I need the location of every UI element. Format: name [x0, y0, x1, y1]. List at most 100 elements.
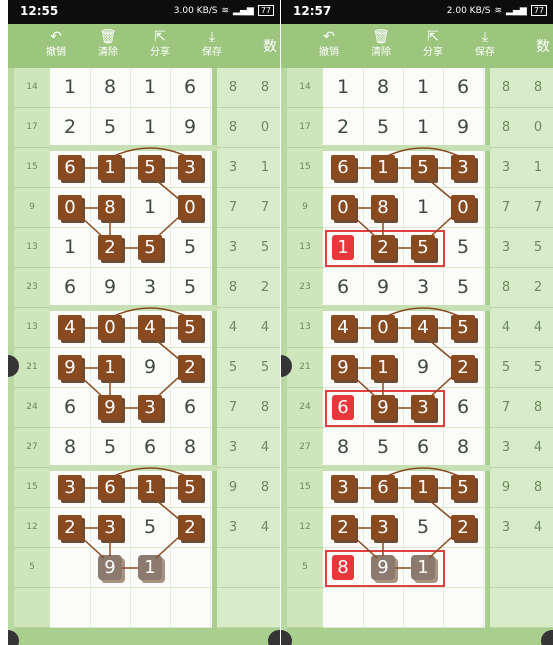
digit-cell[interactable]: 9 [170, 108, 211, 147]
digit-cell[interactable]: 1 [363, 148, 404, 187]
digit-cell[interactable]: 5 [443, 268, 484, 307]
digit-cell[interactable]: 1 [403, 468, 444, 507]
digit-cell[interactable]: 1 [403, 188, 444, 227]
digit-cell[interactable]: 9 [403, 348, 444, 387]
digit-cell[interactable]: 5 [363, 428, 404, 467]
digit-cell[interactable]: 6 [50, 388, 91, 427]
digit-cell[interactable]: 8 [363, 68, 404, 107]
digit-cell[interactable]: 8 [443, 428, 484, 467]
digit-cell[interactable] [403, 588, 444, 627]
digit-cell[interactable]: 9 [50, 348, 91, 387]
digit-cell[interactable]: 1 [130, 468, 171, 507]
digit-cell[interactable]: 2 [50, 508, 91, 547]
digit-cell[interactable]: 5 [170, 468, 211, 507]
digit-cell[interactable]: 5 [170, 268, 211, 307]
save-button[interactable]: ⤓ 保存 [465, 28, 505, 60]
digit-cell[interactable]: 5 [363, 108, 404, 147]
digit-cell[interactable]: 6 [90, 468, 131, 507]
digit-cell[interactable]: 6 [323, 268, 364, 307]
save-button[interactable]: ⤓ 保存 [192, 28, 232, 60]
digit-cell[interactable]: 6 [50, 268, 91, 307]
toolbar-more-label[interactable]: 数 [263, 36, 277, 56]
digit-cell[interactable]: 9 [90, 548, 131, 587]
digit-cell[interactable]: 8 [90, 188, 131, 227]
digit-cell[interactable]: 3 [323, 468, 364, 507]
digit-cell[interactable]: 2 [170, 348, 211, 387]
digit-cell[interactable]: 6 [130, 428, 171, 467]
digit-cell[interactable]: 3 [363, 508, 404, 547]
digit-cell[interactable]: 1 [403, 108, 444, 147]
digit-cell[interactable]: 9 [90, 268, 131, 307]
digit-cell[interactable]: 9 [90, 388, 131, 427]
undo-button[interactable]: ↶ 撤销 [309, 28, 349, 60]
digit-cell[interactable] [50, 588, 91, 627]
digit-cell[interactable] [170, 548, 211, 587]
digit-cell[interactable]: 0 [363, 308, 404, 347]
digit-cell[interactable]: 1 [50, 68, 91, 107]
digit-cell[interactable]: 5 [90, 108, 131, 147]
digit-cell[interactable]: 5 [170, 228, 211, 267]
digit-cell[interactable]: 2 [323, 508, 364, 547]
digit-cell[interactable]: 8 [323, 428, 364, 467]
undo-button[interactable]: ↶ 撤销 [36, 28, 76, 60]
digit-cell[interactable]: 3 [90, 508, 131, 547]
clear-button[interactable]: 🗑 清除 [361, 28, 401, 60]
digit-cell[interactable]: 1 [130, 548, 171, 587]
digit-cell[interactable]: 1 [130, 68, 171, 107]
toolbar-more-label[interactable]: 数 [536, 36, 550, 56]
digit-cell[interactable]: 3 [403, 268, 444, 307]
digit-cell[interactable] [443, 548, 484, 587]
digit-cell[interactable]: 3 [130, 268, 171, 307]
digit-cell[interactable]: 6 [363, 468, 404, 507]
digit-cell[interactable] [170, 588, 211, 627]
digit-cell[interactable]: 3 [130, 388, 171, 427]
digit-cell[interactable]: 0 [50, 188, 91, 227]
digit-cell[interactable]: 5 [130, 148, 171, 187]
digit-cell[interactable]: 2 [443, 508, 484, 547]
digit-cell[interactable]: 6 [323, 148, 364, 187]
digit-cell[interactable]: 1 [90, 348, 131, 387]
digit-cell[interactable] [130, 588, 171, 627]
digit-cell[interactable] [363, 588, 404, 627]
digit-cell[interactable]: 5 [443, 308, 484, 347]
clear-button[interactable]: 🗑 清除 [88, 28, 128, 60]
digit-cell[interactable]: 3 [443, 148, 484, 187]
digit-cell[interactable]: 8 [90, 68, 131, 107]
digit-cell[interactable]: 1 [403, 68, 444, 107]
digit-cell[interactable]: 5 [130, 508, 171, 547]
digit-cell[interactable] [90, 588, 131, 627]
digit-cell[interactable]: 4 [50, 308, 91, 347]
digit-cell[interactable]: 6 [170, 68, 211, 107]
digit-cell[interactable]: 1 [50, 228, 91, 267]
share-button[interactable]: ⇱ 分享 [413, 28, 453, 60]
digit-cell[interactable]: 6 [403, 428, 444, 467]
digit-cell[interactable]: 8 [170, 428, 211, 467]
digit-cell[interactable]: 0 [443, 188, 484, 227]
digit-cell[interactable]: 5 [443, 468, 484, 507]
digit-cell[interactable]: 9 [363, 268, 404, 307]
digit-cell[interactable]: 2 [170, 508, 211, 547]
digit-cell[interactable]: 3 [50, 468, 91, 507]
digit-cell[interactable]: 5 [90, 428, 131, 467]
digit-cell[interactable]: 9 [130, 348, 171, 387]
digit-cell[interactable]: 6 [443, 388, 484, 427]
digit-cell[interactable]: 1 [363, 348, 404, 387]
digit-cell[interactable]: 6 [443, 68, 484, 107]
digit-cell[interactable]: 0 [90, 308, 131, 347]
digit-cell[interactable]: 1 [323, 68, 364, 107]
digit-cell[interactable]: 1 [130, 108, 171, 147]
digit-cell[interactable] [50, 548, 91, 587]
digit-cell[interactable]: 5 [170, 308, 211, 347]
digit-cell[interactable]: 3 [170, 148, 211, 187]
digit-cell[interactable]: 4 [130, 308, 171, 347]
digit-cell[interactable]: 5 [403, 508, 444, 547]
digit-cell[interactable]: 0 [323, 188, 364, 227]
digit-cell[interactable]: 1 [130, 188, 171, 227]
digit-cell[interactable]: 8 [363, 188, 404, 227]
digit-cell[interactable]: 2 [323, 108, 364, 147]
digit-cell[interactable] [443, 588, 484, 627]
digit-cell[interactable]: 8 [50, 428, 91, 467]
digit-cell[interactable]: 9 [443, 108, 484, 147]
digit-cell[interactable]: 6 [170, 388, 211, 427]
share-button[interactable]: ⇱ 分享 [140, 28, 180, 60]
